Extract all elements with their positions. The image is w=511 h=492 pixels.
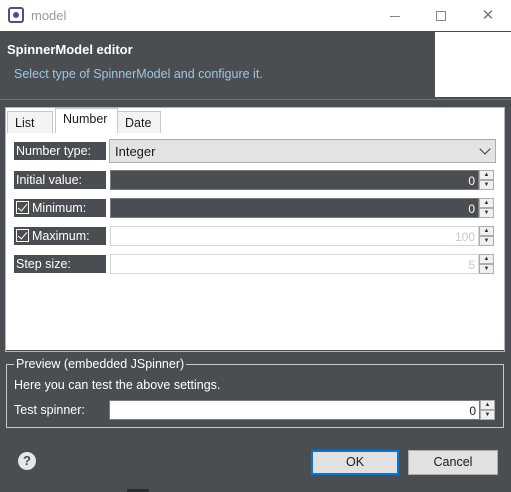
spin-up-icon[interactable]: ▲ (479, 198, 494, 208)
minimum-checkbox[interactable] (16, 201, 29, 214)
test-spinner-stepper[interactable]: ▲ ▼ (480, 400, 495, 420)
header-divider (0, 99, 511, 100)
test-spinner-label: Test spinner: (14, 403, 85, 417)
maximize-icon (436, 11, 446, 22)
chevron-down-icon (479, 143, 491, 155)
minimize-button[interactable] (372, 0, 418, 31)
dialog-subtitle: Select type of SpinnerModel and configur… (14, 67, 263, 81)
step-size-field[interactable]: 5 (110, 254, 479, 274)
minimum-field[interactable]: 0 (110, 198, 479, 218)
number-type-select[interactable]: Integer (109, 139, 496, 163)
close-button[interactable]: ✕ (465, 0, 511, 31)
test-spinner-field[interactable]: 0 (109, 400, 480, 420)
preview-description: Here you can test the above settings. (14, 378, 221, 392)
tab-date[interactable]: Date (117, 111, 161, 133)
app-icon (8, 7, 24, 23)
spin-up-icon[interactable]: ▲ (479, 170, 494, 180)
maximum-field[interactable]: 100 (110, 226, 479, 246)
tab-number[interactable]: Number (55, 108, 118, 133)
spin-down-icon[interactable]: ▼ (479, 236, 494, 246)
initial-value-label: Initial value: (14, 171, 106, 189)
maximum-checkbox[interactable] (16, 229, 29, 242)
close-icon: ✕ (481, 7, 495, 24)
dialog-title: SpinnerModel editor (7, 42, 133, 57)
dialog-header: SpinnerModel editor Select type of Spinn… (0, 31, 511, 99)
header-banner-image (435, 32, 511, 97)
window-title: model (31, 8, 67, 23)
ok-button[interactable]: OK (311, 450, 399, 475)
spin-up-icon[interactable]: ▲ (479, 226, 494, 236)
minimize-icon (390, 15, 400, 17)
number-type-label: Number type: (14, 142, 106, 160)
initial-value-field[interactable]: 0 (110, 170, 479, 190)
number-type-value: Integer (115, 144, 156, 159)
spin-down-icon[interactable]: ▼ (479, 264, 494, 274)
minimum-stepper[interactable]: ▲ ▼ (479, 198, 494, 218)
spin-up-icon[interactable]: ▲ (480, 400, 495, 410)
cancel-button[interactable]: Cancel (408, 450, 498, 475)
title-bar: model ✕ (0, 0, 511, 31)
initial-value-stepper[interactable]: ▲ ▼ (479, 170, 494, 190)
help-icon[interactable]: ? (18, 452, 36, 470)
step-size-stepper[interactable]: ▲ ▼ (479, 254, 494, 274)
spin-down-icon[interactable]: ▼ (480, 410, 495, 420)
maximum-stepper[interactable]: ▲ ▼ (479, 226, 494, 246)
step-size-label: Step size: (14, 255, 106, 273)
spin-up-icon[interactable]: ▲ (479, 254, 494, 264)
preview-legend: Preview (embedded JSpinner) (14, 357, 187, 371)
spin-down-icon[interactable]: ▼ (479, 180, 494, 190)
spin-down-icon[interactable]: ▼ (479, 208, 494, 218)
maximize-button[interactable] (418, 0, 464, 31)
tab-list[interactable]: List (7, 111, 53, 133)
